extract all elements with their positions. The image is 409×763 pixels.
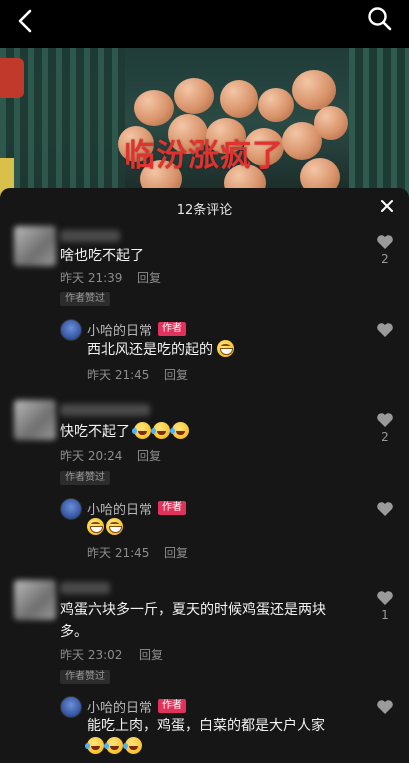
grin-emoji xyxy=(87,518,104,535)
comment-time: 昨天 21:39 xyxy=(60,271,123,285)
laugh-cry-emoji xyxy=(123,737,142,754)
comment-time: 昨天 20:24 xyxy=(60,449,123,463)
reply-text: 能吃上肉，鸡蛋，白菜的都是大户人家 xyxy=(87,718,325,734)
comment-text-content: 快吃不起了 xyxy=(60,424,130,440)
commenter-name[interactable] xyxy=(60,582,110,594)
comment-text: 啥也吃不起了 xyxy=(60,248,144,264)
heart-icon[interactable] xyxy=(375,410,395,430)
search-icon[interactable] xyxy=(365,4,395,34)
reply-text xyxy=(87,518,125,538)
reply-button[interactable]: 回复 xyxy=(137,269,161,286)
reply-time: 昨天 21:45 xyxy=(87,368,150,382)
avatar[interactable] xyxy=(60,319,82,341)
author-badge: 作者 xyxy=(158,699,186,713)
commenter-name[interactable] xyxy=(60,404,150,416)
laugh-cry-emoji xyxy=(151,422,171,439)
laugh-cry-emoji xyxy=(132,422,152,439)
heart-icon[interactable] xyxy=(375,232,395,252)
grin-emoji xyxy=(217,340,235,357)
reply-text: 西北风还是吃的起的 xyxy=(87,340,236,360)
avatar[interactable] xyxy=(60,498,82,520)
avatar[interactable] xyxy=(14,400,56,440)
reply-button[interactable]: 回复 xyxy=(164,544,188,561)
video-player[interactable]: 临汾涨疯了 xyxy=(0,48,409,198)
crate-image xyxy=(349,48,409,198)
comment-panel-header: 12条评论 xyxy=(0,188,409,226)
author-badge: 作者 xyxy=(158,501,186,515)
video-caption: 临汾涨疯了 xyxy=(124,138,284,174)
laugh-cry-emoji xyxy=(104,737,123,754)
reply-author-name[interactable]: 小哈的日常 xyxy=(87,499,152,518)
reply-author-name[interactable]: 小哈的日常 xyxy=(87,320,152,339)
reply-author-name[interactable]: 小哈的日常 xyxy=(87,697,152,716)
heart-icon[interactable] xyxy=(375,499,395,519)
comment-text: 快吃不起了 xyxy=(60,422,191,442)
reply-button[interactable]: 回复 xyxy=(137,447,161,464)
comment-panel: 12条评论 啥也吃不起了 昨天 21:39 回复 作者赞过 2 小哈的日常 作者… xyxy=(0,188,409,763)
commenter-name[interactable] xyxy=(60,230,120,242)
author-liked-badge: 作者赞过 xyxy=(60,670,110,684)
video-decor xyxy=(0,58,24,98)
comment-text-line: 鸡蛋六块多一斤，夏天的时候鸡蛋还是两块 xyxy=(60,602,326,618)
comment-text-line: 多。 xyxy=(60,624,88,640)
comment-time: 昨天 23:02 xyxy=(60,648,123,662)
top-bar xyxy=(0,0,409,48)
like-count: 2 xyxy=(381,430,389,444)
avatar[interactable] xyxy=(14,580,56,620)
like-count: 1 xyxy=(381,608,389,622)
laugh-cry-emoji xyxy=(170,422,190,439)
author-liked-badge: 作者赞过 xyxy=(60,471,110,485)
avatar[interactable] xyxy=(14,226,56,266)
author-liked-badge: 作者赞过 xyxy=(60,292,110,306)
heart-icon[interactable] xyxy=(375,697,395,717)
reply-text-content: 西北风还是吃的起的 xyxy=(87,342,213,358)
comment-count-title: 12条评论 xyxy=(176,203,233,218)
reply-emojis xyxy=(85,737,144,757)
like-count: 2 xyxy=(381,252,389,266)
reply-button[interactable]: 回复 xyxy=(139,646,163,663)
close-icon[interactable] xyxy=(379,198,395,214)
laugh-cry-emoji xyxy=(85,737,104,754)
heart-icon[interactable] xyxy=(375,320,395,340)
reply-time: 昨天 21:45 xyxy=(87,546,150,560)
grin-emoji xyxy=(106,518,123,535)
avatar[interactable] xyxy=(60,696,82,718)
reply-button[interactable]: 回复 xyxy=(164,366,188,383)
back-chevron-icon[interactable] xyxy=(12,6,40,36)
author-badge: 作者 xyxy=(158,322,186,336)
heart-icon[interactable] xyxy=(375,588,395,608)
